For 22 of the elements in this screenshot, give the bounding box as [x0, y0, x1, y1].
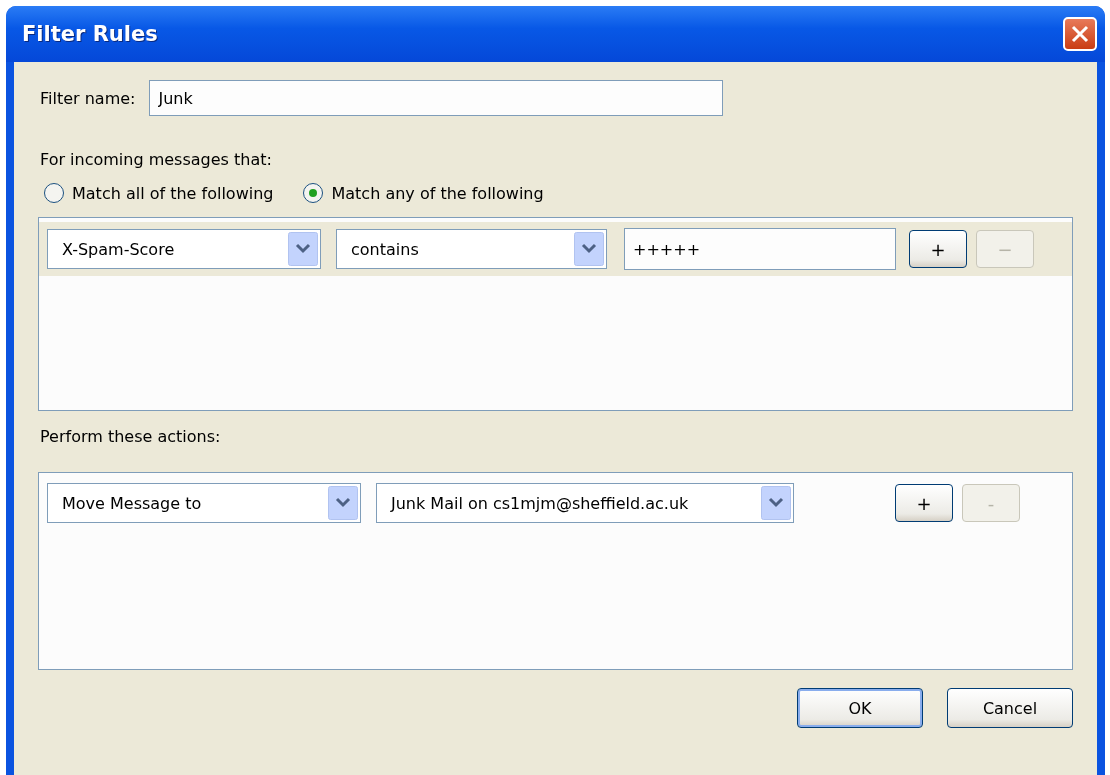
radio-option[interactable]: Match any of the following — [303, 183, 544, 203]
value-field[interactable]: +++++ — [624, 228, 896, 270]
add-button[interactable]: + — [909, 230, 967, 268]
field-label: Filter name: — [40, 88, 136, 108]
ok-button[interactable]: OK — [797, 688, 923, 728]
radio-option[interactable]: Match all of the following — [44, 183, 274, 203]
close-button[interactable] — [1063, 17, 1097, 51]
dropdown[interactable]: X-Spam-Score — [47, 229, 321, 269]
cancel-button[interactable]: Cancel — [947, 688, 1073, 728]
section-label: Perform these actions: — [40, 427, 222, 446]
window-title: Filter Rules — [22, 22, 158, 46]
filter-name-field[interactable]: Junk — [149, 80, 724, 116]
close-icon — [1070, 24, 1090, 44]
rule-row[interactable]: X-Spam-Score contains +++++ + − — [39, 222, 1072, 276]
section-label: For incoming messages that: — [40, 150, 273, 169]
dropdown[interactable]: Junk Mail on cs1mjm@sheffield.ac.uk — [376, 483, 794, 523]
dropdown[interactable]: Move Message to — [47, 483, 361, 523]
dropdown[interactable]: contains — [336, 229, 607, 269]
radio-button[interactable] — [303, 183, 324, 203]
action-row[interactable]: Move Message to Junk Mail on cs1mjm@sheffield.ac.uk + - — [39, 477, 1072, 529]
radio-button[interactable] — [44, 183, 64, 203]
add-button[interactable]: + — [895, 484, 953, 522]
